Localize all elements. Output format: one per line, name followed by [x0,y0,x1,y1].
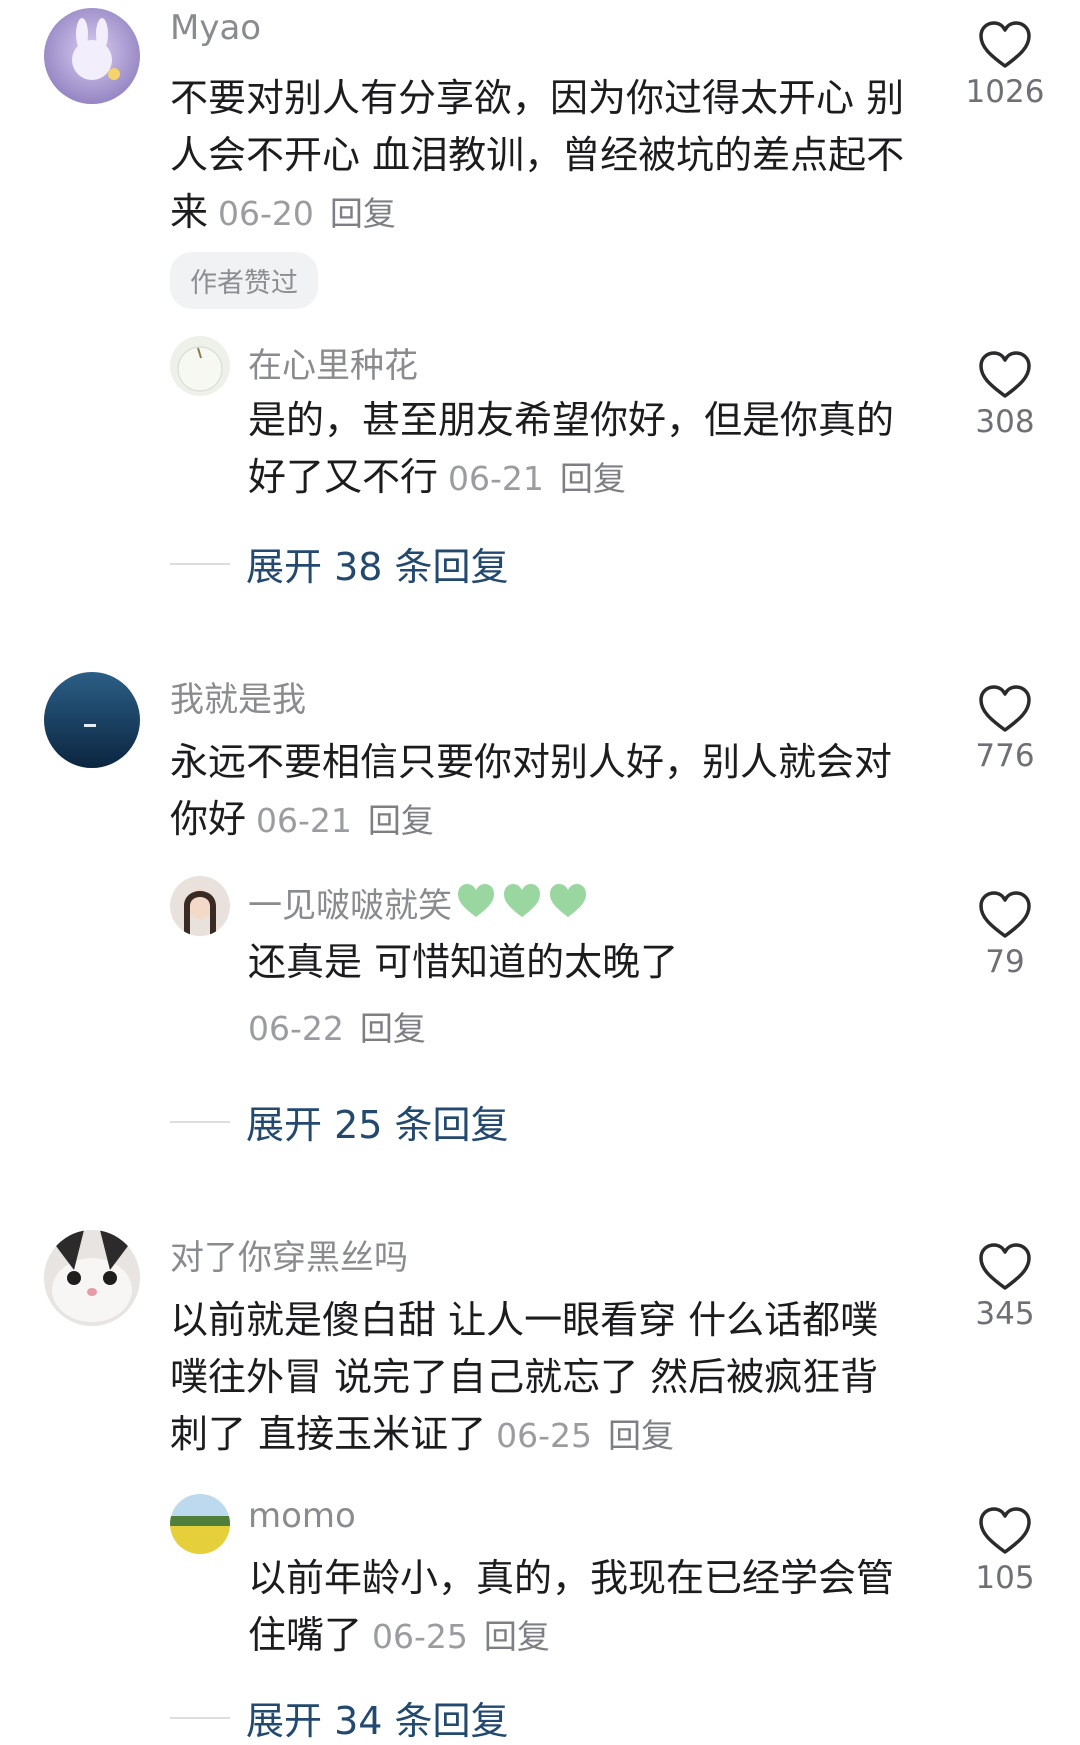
heart-outline-icon [979,891,1031,938]
reply-text: 是的，甚至朋友希望你好，但是你真的好了又不行 06-21 回复 [248,392,928,507]
expand-replies-label: 展开 34 条回复 [246,1699,509,1743]
like-button[interactable]: 1026 [960,20,1050,110]
like-button[interactable]: 776 [960,684,1050,774]
like-count: 105 [975,1560,1035,1596]
reply-button[interactable]: 回复 [330,194,396,233]
reply-username[interactable]: momo [248,1496,356,1536]
reply-button[interactable]: 回复 [608,1416,674,1455]
comment-date: 06-25 [496,1416,592,1455]
reply-button[interactable]: 回复 [360,1009,426,1048]
like-button[interactable]: 345 [960,1242,1050,1332]
like-count: 79 [985,944,1025,980]
reply-button[interactable]: 回复 [368,801,434,840]
reply-text: 以前年龄小，真的，我现在已经学会管住嘴了 06-25 回复 [248,1550,928,1665]
expand-replies-label: 展开 38 条回复 [246,545,509,589]
divider-line [170,562,230,565]
reply-username[interactable]: 一见啵啵就笑 [248,878,588,930]
comment-username[interactable]: 对了你穿黑丝吗 [170,1230,408,1279]
avatar[interactable] [44,8,140,104]
reply-date: 06-21 [448,459,544,498]
avatar[interactable] [170,336,230,396]
like-count: 1026 [965,74,1045,110]
comment-username[interactable]: Myao [170,8,261,48]
comment-text: 不要对别人有分享欲，因为你过得太开心 别人会不开心 血泪教训，曾经被坑的差点起不… [170,70,910,242]
expand-replies-button[interactable]: 展开 38 条回复 [170,536,509,591]
author-liked-badge: 作者赞过 [170,252,318,309]
reply-body: 还真是 可惜知道的太晚了 [248,940,679,984]
expand-replies-button[interactable]: 展开 34 条回复 [170,1690,509,1745]
reply-button[interactable]: 回复 [560,459,626,498]
divider-line [170,1120,230,1123]
like-count: 345 [975,1296,1035,1332]
reply-date: 06-25 [372,1617,468,1656]
heart-outline-icon [979,351,1031,398]
expand-replies-button[interactable]: 展开 25 条回复 [170,1094,509,1149]
reply-date: 06-22 [248,1009,344,1048]
reply-meta: 06-22 回复 [248,1002,426,1050]
heart-outline-icon [979,1507,1031,1554]
expand-replies-label: 展开 25 条回复 [246,1103,509,1147]
comment-date: 06-21 [256,801,352,840]
heart-outline-icon [979,21,1031,68]
divider-line [170,1716,230,1719]
comment-date: 06-20 [218,194,314,233]
comment-username[interactable]: 我就是我 [170,672,306,721]
avatar[interactable] [44,672,140,768]
like-count: 308 [975,404,1035,440]
reply-username[interactable]: 在心里种花 [248,338,418,387]
reply-text: 还真是 可惜知道的太晚了 [248,934,928,991]
heart-outline-icon [979,1243,1031,1290]
like-count: 776 [975,738,1035,774]
comment-text: 以前就是傻白甜 让人一眼看穿 什么话都噗噗往外冒 说完了自己就忘了 然后被疯狂背… [170,1292,910,1464]
avatar[interactable] [44,1230,140,1326]
like-button[interactable]: 308 [960,350,1050,440]
reply-body: 以前年龄小，真的，我现在已经学会管住嘴了 [248,1556,895,1657]
heart-outline-icon [979,685,1031,732]
green-heart-icon [456,881,588,930]
comment-text: 永远不要相信只要你对别人好，别人就会对你好 06-21 回复 [170,734,910,849]
like-button[interactable]: 79 [960,890,1050,980]
avatar[interactable] [170,876,230,936]
reply-username-text: 一见啵啵就笑 [248,886,452,926]
reply-button[interactable]: 回复 [484,1617,550,1656]
like-button[interactable]: 105 [960,1506,1050,1596]
avatar[interactable] [170,1494,230,1554]
